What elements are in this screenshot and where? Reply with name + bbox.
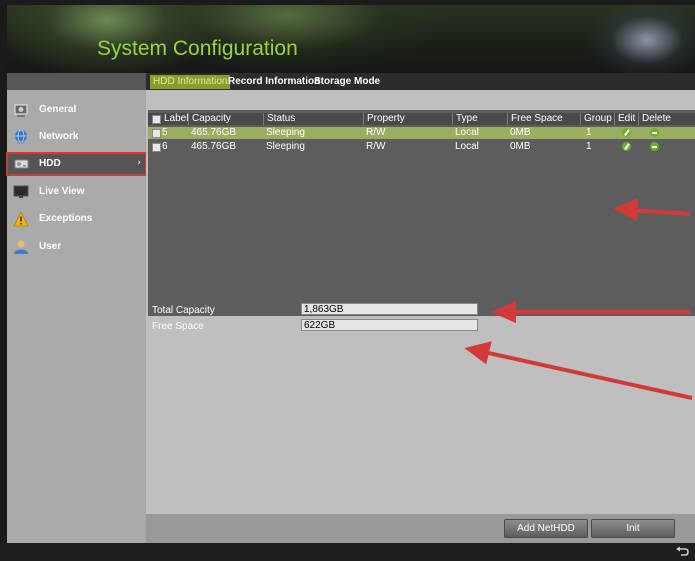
cell-property: R/W: [366, 127, 386, 138]
tab-record-information[interactable]: Record Information: [225, 75, 323, 89]
table-row[interactable]: 5 465.76GB Sleeping R/W Local 0MB 1: [148, 127, 695, 139]
sidebar-item-hdd[interactable]: HDD ›: [6, 152, 147, 176]
tab-bar: HDD Information Record Information Stora…: [146, 73, 695, 90]
user-icon: [14, 240, 28, 254]
sidebar-item-label: General: [39, 104, 77, 115]
sidebar-item-label: HDD: [39, 158, 61, 169]
column-header: Edit: [614, 113, 635, 125]
cell-capacity: 465.76GB: [191, 127, 237, 138]
header-banner: System Configuration: [7, 5, 695, 73]
tab-storage-mode[interactable]: Storage Mode: [311, 75, 383, 89]
monitor-icon: [13, 185, 29, 198]
delete-icon[interactable]: [650, 142, 659, 151]
sidebar-item-user[interactable]: User: [7, 236, 146, 258]
cell-group: 1: [586, 127, 592, 138]
tab-hdd-information[interactable]: HDD Information: [150, 75, 231, 89]
sidebar-item-label: Network: [39, 131, 79, 142]
column-header: Delete: [638, 113, 671, 125]
edit-icon[interactable]: [622, 142, 631, 151]
row-checkbox[interactable]: [152, 129, 161, 138]
cell-type: Local: [455, 127, 479, 138]
sidebar-item-label: User: [39, 241, 62, 252]
sidebar-item-network[interactable]: Network: [7, 126, 146, 148]
sidebar-item-label: Live View: [39, 186, 85, 197]
column-header: Type: [452, 113, 478, 125]
free-space-field: 622GB: [301, 319, 478, 331]
column-header: Group: [580, 113, 612, 125]
add-nethdd-button[interactable]: Add NetHDD: [504, 519, 588, 538]
sidebar-item-live-view[interactable]: Live View: [7, 181, 146, 203]
free-space-label: Free Space: [152, 321, 204, 332]
general-icon: [14, 104, 28, 117]
total-capacity-label: Total Capacity: [152, 305, 215, 316]
hdd-table: Label Capacity Status Property Type Free…: [148, 110, 695, 316]
warning-icon: [13, 211, 29, 227]
column-header: Capacity: [188, 113, 231, 125]
footer-bar: Add NetHDD Init: [146, 514, 695, 543]
cell-free-space: 0MB: [510, 141, 531, 152]
tabbar-spacer: [7, 73, 146, 90]
cell-status: Sleeping: [266, 141, 305, 152]
table-header: Label Capacity Status Property Type Free…: [148, 113, 695, 125]
sidebar-item-general[interactable]: General: [7, 99, 146, 121]
sidebar-item-label: Exceptions: [39, 213, 93, 224]
cell-status: Sleeping: [266, 127, 305, 138]
column-header: Free Space: [507, 113, 563, 125]
cell-free-space: 0MB: [510, 127, 531, 138]
network-icon: [15, 129, 27, 144]
cell-label: 6: [162, 141, 168, 152]
sidebar: General Network HDD › Live View Exceptio…: [6, 90, 147, 543]
delete-icon[interactable]: [650, 128, 659, 137]
hdd-icon: [14, 159, 29, 169]
page-title: System Configuration: [97, 37, 298, 60]
cell-label: 5: [162, 127, 168, 138]
status-bar: [0, 543, 695, 561]
row-checkbox[interactable]: [152, 143, 161, 152]
total-capacity-field: 1,863GB: [301, 303, 478, 315]
chevron-right-icon: ›: [137, 158, 141, 168]
column-header: Property: [363, 113, 405, 125]
select-all-checkbox[interactable]: [152, 115, 161, 124]
column-header: Status: [263, 113, 295, 125]
table-row[interactable]: 6 465.76GB Sleeping R/W Local 0MB 1: [148, 141, 695, 153]
cell-group: 1: [586, 141, 592, 152]
back-icon[interactable]: [675, 546, 689, 558]
main-panel: Label Capacity Status Property Type Free…: [146, 90, 695, 543]
cell-type: Local: [455, 141, 479, 152]
cell-property: R/W: [366, 141, 386, 152]
column-header: Label: [164, 113, 189, 124]
sidebar-item-exceptions[interactable]: Exceptions: [7, 208, 146, 230]
edit-icon[interactable]: [622, 128, 631, 137]
cell-capacity: 465.76GB: [191, 141, 237, 152]
app-window: System Configuration HDD Information Rec…: [0, 0, 695, 561]
init-button[interactable]: Init: [591, 519, 675, 538]
